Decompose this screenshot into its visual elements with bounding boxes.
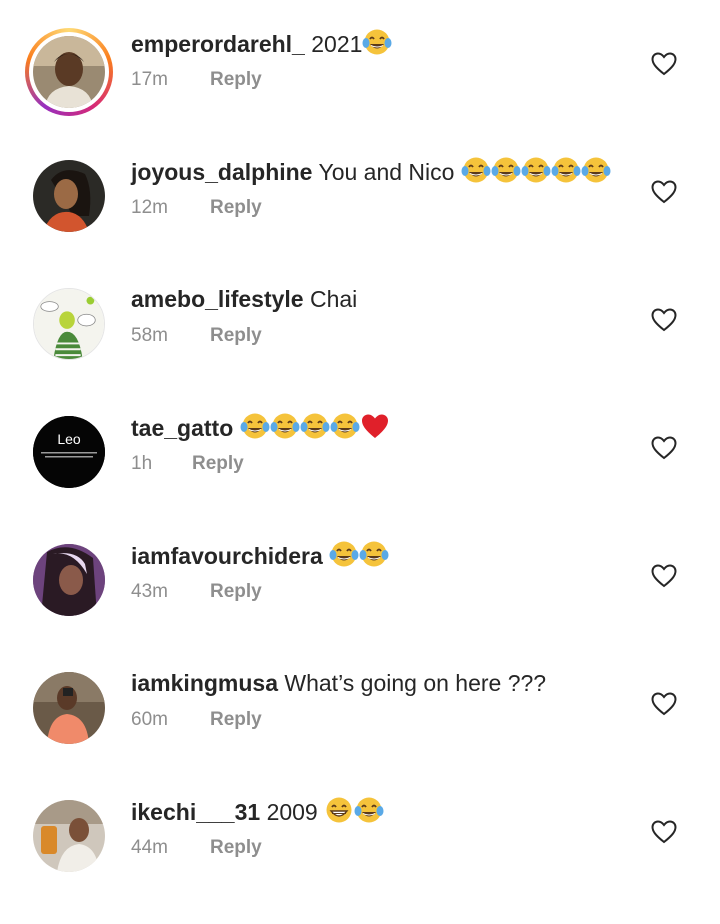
comment-row: emperordarehl_ 2021 17m Reply — [0, 28, 720, 156]
comment-line: emperordarehl_ 2021 — [131, 28, 392, 63]
grin-emoji-icon — [324, 796, 354, 824]
comment-text: What’s going on here ??? — [284, 670, 547, 696]
timestamp: 58m — [131, 325, 168, 346]
comment-row: ikechi___31 2009 44m Reply — [0, 796, 720, 924]
comment-line: iamfavourchidera — [131, 540, 389, 575]
username-link[interactable]: amebo_lifestyle — [131, 286, 304, 312]
joy-emoji-icon — [329, 540, 359, 568]
comment-row: joyous_dalphine You and Nico 12m Reply — [0, 156, 720, 284]
comment-row: amebo_lifestyle Chai 58m Reply — [0, 284, 720, 412]
username-link[interactable]: iamkingmusa — [131, 670, 278, 696]
timestamp: 44m — [131, 837, 168, 858]
comments-list: emperordarehl_ 2021 17m Reply joyous_dalp… — [0, 0, 720, 892]
emoji-group — [362, 28, 392, 63]
comment-line: amebo_lifestyle Chai — [131, 284, 357, 314]
avatar[interactable] — [33, 800, 105, 872]
avatar[interactable] — [25, 28, 113, 116]
comment-row: Leo tae_gatto 1h Reply — [0, 412, 720, 540]
username-link[interactable]: iamfavourchidera — [131, 543, 323, 569]
avatar-text: Leo — [57, 431, 81, 447]
joy-emoji-icon — [240, 412, 270, 440]
reply-button[interactable]: Reply — [210, 837, 262, 858]
comment-row: iamkingmusa What’s going on here ??? 60m… — [0, 668, 720, 796]
comment-line: joyous_dalphine You and Nico — [131, 156, 611, 191]
timestamp: 12m — [131, 197, 168, 218]
like-heart-icon[interactable] — [651, 436, 677, 460]
comment-meta: 1h Reply — [131, 452, 244, 476]
reply-button[interactable]: Reply — [210, 709, 262, 730]
emoji-group — [329, 540, 389, 575]
joy-emoji-icon — [330, 412, 360, 440]
avatar[interactable] — [33, 160, 105, 232]
comment-line: ikechi___31 2009 — [131, 796, 384, 831]
like-heart-icon[interactable] — [651, 820, 677, 844]
joy-emoji-icon — [300, 412, 330, 440]
like-heart-icon[interactable] — [651, 692, 677, 716]
avatar[interactable] — [33, 288, 105, 360]
comment-text: 2021 — [311, 31, 363, 57]
timestamp: 60m — [131, 709, 168, 730]
comment-text: You and Nico — [318, 159, 455, 185]
emoji-group — [324, 796, 384, 831]
timestamp: 1h — [131, 453, 153, 474]
comment-meta: 44m Reply — [131, 836, 262, 860]
comment-row: iamfavourchidera 43m Reply — [0, 540, 720, 668]
joy-emoji-icon — [461, 156, 491, 184]
red-heart-emoji-icon — [360, 412, 390, 440]
comment-text: Chai — [309, 286, 358, 312]
comment-meta: 58m Reply — [131, 324, 262, 348]
comment-meta: 43m Reply — [131, 580, 262, 604]
avatar[interactable] — [33, 544, 105, 616]
reply-button[interactable]: Reply — [210, 69, 262, 90]
joy-emoji-icon — [359, 540, 389, 568]
comment-meta: 60m Reply — [131, 708, 262, 732]
comment-line: iamkingmusa What’s going on here ??? — [131, 668, 546, 698]
like-heart-icon[interactable] — [651, 180, 677, 204]
joy-emoji-icon — [362, 28, 392, 56]
username-link[interactable]: joyous_dalphine — [131, 159, 312, 185]
joy-emoji-icon — [270, 412, 300, 440]
joy-emoji-icon — [354, 796, 384, 824]
timestamp: 17m — [131, 69, 168, 90]
emoji-group — [461, 156, 611, 191]
avatar[interactable]: Leo — [33, 416, 105, 488]
timestamp: 43m — [131, 581, 168, 602]
joy-emoji-icon — [551, 156, 581, 184]
like-heart-icon[interactable] — [651, 52, 677, 76]
reply-button[interactable]: Reply — [192, 453, 244, 474]
joy-emoji-icon — [581, 156, 611, 184]
comment-text: 2009 — [266, 799, 318, 825]
username-link[interactable]: tae_gatto — [131, 415, 233, 441]
emoji-group — [240, 412, 390, 447]
comment-meta: 12m Reply — [131, 196, 262, 220]
joy-emoji-icon — [491, 156, 521, 184]
reply-button[interactable]: Reply — [210, 325, 262, 346]
like-heart-icon[interactable] — [651, 308, 677, 332]
username-link[interactable]: ikechi___31 — [131, 799, 260, 825]
reply-button[interactable]: Reply — [210, 581, 262, 602]
comment-line: tae_gatto — [131, 412, 390, 447]
like-heart-icon[interactable] — [651, 564, 677, 588]
username-link[interactable]: emperordarehl_ — [131, 31, 305, 57]
reply-button[interactable]: Reply — [210, 197, 262, 218]
comment-meta: 17m Reply — [131, 68, 262, 92]
joy-emoji-icon — [521, 156, 551, 184]
avatar[interactable] — [33, 672, 105, 744]
